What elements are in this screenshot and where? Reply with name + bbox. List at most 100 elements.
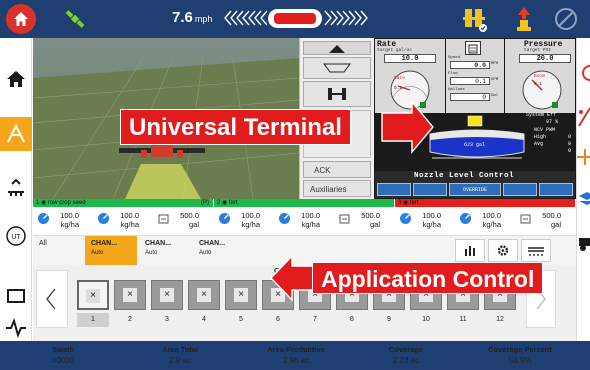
channel-unit: gal <box>188 220 199 229</box>
rate-subtitle: target gal/ac <box>377 48 413 53</box>
channel-rate-readout[interactable]: 100.0 kg/ha <box>399 208 457 234</box>
stats-button[interactable] <box>455 239 485 262</box>
tank-icon <box>339 214 350 224</box>
channel-header[interactable]: 1 ◉ row crop seed (P) <box>33 199 213 207</box>
tab-channel-3[interactable]: CHAN... Auto <box>193 236 245 265</box>
section-number: 2 <box>128 316 132 323</box>
section-button[interactable]: × <box>262 280 294 310</box>
section-off-icon: × <box>86 289 100 303</box>
boom-icon <box>323 63 351 73</box>
section-number: 9 <box>387 316 391 323</box>
boom-softkey[interactable] <box>303 57 371 79</box>
nozzle-high-button[interactable] <box>539 183 573 196</box>
nozzle-low-button[interactable] <box>377 183 411 196</box>
channel-unit: kg/ha <box>422 220 441 229</box>
section-number: 8 <box>350 316 354 323</box>
section-number: 6 <box>276 316 280 323</box>
status-item: Coverage 2.23 ac <box>356 344 456 366</box>
channel-rate-readout[interactable]: 100.0 kg/ha <box>278 208 336 234</box>
section-number: 3 <box>165 316 169 323</box>
status-label: Coverage Percent <box>488 345 552 354</box>
tab-label: CHAN... <box>199 240 226 247</box>
channel-value: 100.0 <box>60 211 79 220</box>
section-off-icon: × <box>197 288 211 302</box>
section-button[interactable]: × <box>151 280 183 310</box>
sidebar-crosshair-icon[interactable] <box>577 146 590 168</box>
pressure-gauge <box>522 70 562 110</box>
section-number: 7 <box>313 316 317 323</box>
rate-gauge-label: Rate <box>394 76 405 81</box>
tab-label: CHAN... <box>145 240 172 247</box>
boom-gauge-label: Boom <box>534 74 545 79</box>
section-button[interactable]: × <box>114 280 146 310</box>
home-button[interactable] <box>6 4 36 34</box>
speed-unit: mph <box>194 14 213 24</box>
channel-name: fert <box>228 200 238 206</box>
settings-button[interactable] <box>488 239 518 262</box>
channel-unit: kg/ha <box>241 220 260 229</box>
rate-target-value[interactable]: 10.0 <box>384 54 436 63</box>
sidebar-pulse-icon[interactable] <box>4 318 28 338</box>
tab-channel-2[interactable]: CHAN... Auto <box>139 236 191 265</box>
sidebar-tractor-icon[interactable] <box>577 232 590 254</box>
channel-rate-readout[interactable]: 100.0 kg/ha <box>459 208 517 234</box>
section-number: 5 <box>239 316 243 323</box>
tab-all-label: All <box>39 240 47 247</box>
channel-header[interactable]: 2 ◉ fert <box>214 199 394 207</box>
master-switch-indicator[interactable] <box>268 9 322 28</box>
tab-label: CHAN... <box>91 240 118 247</box>
status-value: 2.23 ac <box>392 356 420 365</box>
tractor-arrow-icon[interactable] <box>512 5 536 33</box>
channel-rate-readout[interactable]: 100.0 kg/ha <box>97 208 155 234</box>
channel-value: 100.0 <box>120 211 139 220</box>
universal-terminal-screen[interactable]: Rate target gal/ac 10.0 Rate 0.1 Speed 0… <box>374 38 576 199</box>
channel-tank-readout[interactable]: 500.0 gal <box>338 208 396 234</box>
eye-icon: ◉ <box>401 200 410 206</box>
tank-icon <box>520 214 531 224</box>
ack-button[interactable]: ACK <box>303 161 371 178</box>
implement-tower-icon[interactable] <box>462 5 488 33</box>
tab-sub: Auto <box>91 250 104 256</box>
flow-display-unit: GPM <box>491 78 499 82</box>
boom-view-button[interactable] <box>521 239 551 262</box>
sidebar-window-icon[interactable] <box>4 287 28 305</box>
section-button[interactable]: × <box>77 280 109 310</box>
sidebar-percent-icon[interactable] <box>577 106 590 128</box>
gallons-display-unit: Gal <box>491 94 499 98</box>
right-sidebar <box>576 38 590 344</box>
channel-value: 500.0 <box>542 211 561 220</box>
rate-gauge <box>390 70 430 110</box>
section-button[interactable]: × <box>188 280 220 310</box>
channel-rate-readout[interactable]: 100.0 kg/ha <box>218 208 276 234</box>
channel-tank-readout[interactable]: 500.0 gal <box>519 208 577 234</box>
override-button[interactable]: OVERRIDE <box>449 183 501 196</box>
disabled-steering-icon[interactable] <box>554 7 578 31</box>
status-label: Coverage <box>388 345 424 354</box>
calculator-button[interactable] <box>465 41 481 55</box>
channel-header[interactable]: 3 ◉ fert <box>395 199 575 207</box>
bar-chart-icon <box>465 246 475 256</box>
scroll-up-button[interactable] <box>303 41 371 55</box>
sidebar-implement-icon[interactable] <box>4 176 28 200</box>
sidebar-layers-icon[interactable] <box>577 188 590 210</box>
pressure-target-value[interactable]: 20.0 <box>519 54 571 63</box>
sidebar-ut-icon[interactable]: UT <box>4 224 28 248</box>
status-value: 53.9% <box>508 356 532 365</box>
nozzle-step-up-button[interactable] <box>503 183 537 196</box>
gps-satellite-icon[interactable] <box>64 8 86 30</box>
section-number: 1 <box>77 313 109 327</box>
nozzle-step-down-button[interactable] <box>413 183 447 196</box>
channel-rate-readout[interactable]: 100.0 kg/ha <box>37 208 95 234</box>
section-button[interactable]: × <box>225 280 257 310</box>
channel-tank-readout[interactable]: 500.0 gal <box>157 208 215 234</box>
tab-all[interactable]: All <box>33 236 81 265</box>
section-softkey[interactable] <box>303 81 371 107</box>
sidebar-home-icon[interactable] <box>4 68 28 90</box>
auxiliaries-button[interactable]: Auxiliaries <box>303 180 371 197</box>
tab-channel-1[interactable]: CHAN... Auto <box>85 236 137 265</box>
channel-value: 100.0 <box>241 211 260 220</box>
sidebar-steering-icon[interactable] <box>577 63 590 83</box>
channel-unit: gal <box>550 220 561 229</box>
sidebar-guidance-icon[interactable] <box>4 122 28 146</box>
sections-prev-button[interactable] <box>36 270 68 328</box>
